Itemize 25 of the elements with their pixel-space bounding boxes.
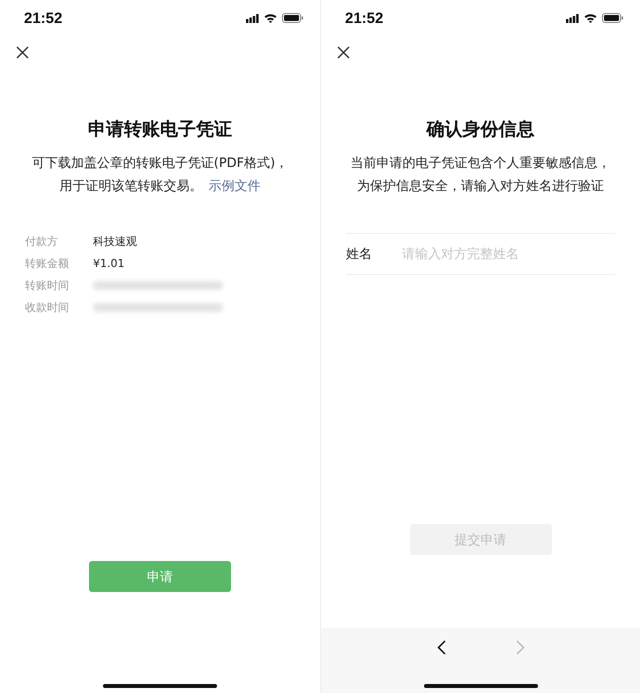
detail-value: 科技速观: [93, 234, 137, 248]
signal-icon: [566, 14, 579, 22]
detail-label: 付款方: [25, 234, 59, 248]
name-field[interactable]: 姓名 请输入对方完整姓名: [346, 233, 615, 275]
name-input[interactable]: 请输入对方完整姓名: [402, 246, 615, 262]
detail-label: 转账时间: [25, 278, 70, 292]
status-time: 21:52: [345, 10, 384, 26]
description-text: 当前申请的电子凭证包含个人重要敏感信息， 为保护信息安全，请输入对方姓名进行验证: [350, 155, 612, 196]
detail-value: ¥1.01: [93, 256, 124, 270]
signal-icon: [246, 14, 259, 22]
wifi-icon: [264, 13, 277, 23]
field-label: 姓名: [346, 246, 373, 263]
page-title: 确认身份信息: [425, 118, 536, 142]
page-title: 申请转账电子凭证: [87, 118, 233, 142]
wifi-icon: [584, 13, 597, 23]
battery-icon: [282, 13, 304, 23]
close-icon[interactable]: [337, 46, 350, 59]
close-icon[interactable]: [16, 46, 29, 59]
detail-label: 收款时间: [25, 300, 70, 314]
status-time: 21:52: [24, 10, 62, 26]
back-icon[interactable]: [436, 640, 446, 655]
detail-label: 转账金额: [25, 256, 70, 270]
sample-file-link[interactable]: 示例文件: [208, 179, 260, 194]
description-text: 可下载加盖公章的转账电子凭证(PDF格式)， 用于证明该笔转账交易。 示例文件: [30, 155, 290, 196]
battery-icon: [602, 13, 624, 23]
